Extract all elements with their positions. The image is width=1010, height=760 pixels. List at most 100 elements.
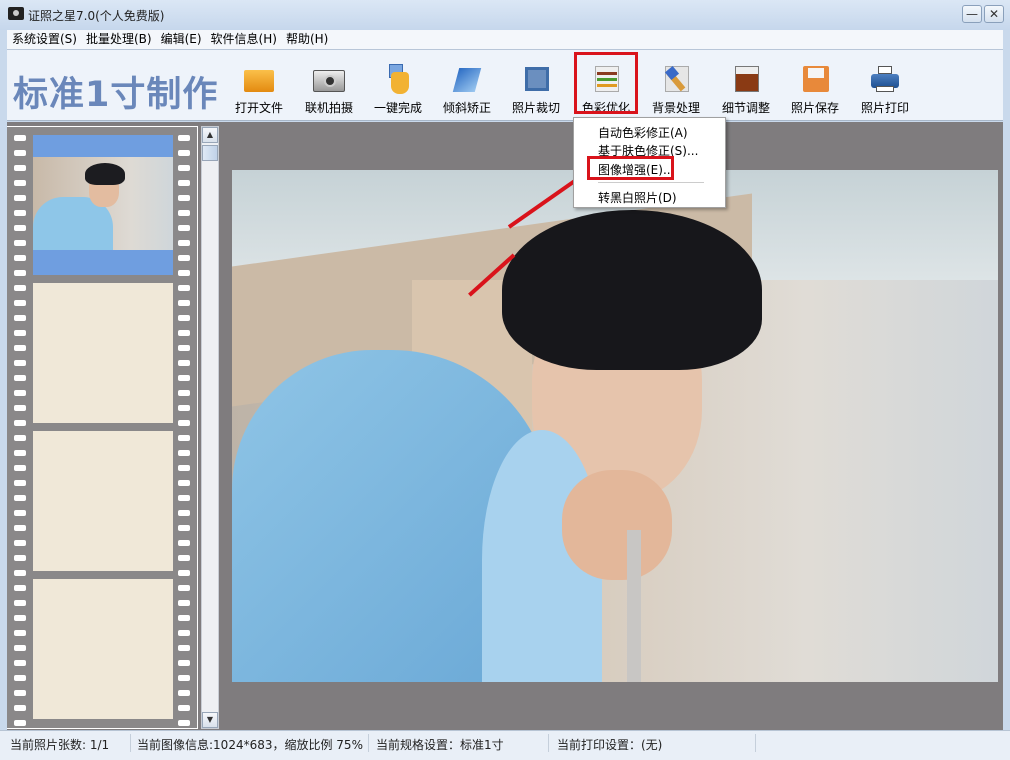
empty-frame[interactable] <box>33 431 173 571</box>
film-hole <box>178 480 190 486</box>
close-button[interactable]: ✕ <box>984 5 1004 23</box>
highlight-box-color-button <box>574 52 638 114</box>
film-hole <box>178 585 190 591</box>
title-bar: 证照之星7.0(个人免费版) — ✕ <box>0 0 1010 30</box>
film-hole <box>178 210 190 216</box>
film-hole <box>178 150 190 156</box>
mode-heading: 标准1寸制作 <box>13 75 219 115</box>
status-print: 当前打印设置：(无) <box>557 738 663 752</box>
empty-frame[interactable] <box>33 283 173 423</box>
highlight-box-enhance <box>587 156 674 180</box>
film-hole <box>178 675 190 681</box>
film-hole <box>178 435 190 441</box>
film-hole <box>178 525 190 531</box>
film-hole <box>14 330 26 336</box>
scroll-thumb[interactable] <box>202 145 218 161</box>
film-hole <box>14 630 26 636</box>
menu-item-auto-color[interactable]: 自动色彩修正(A) <box>598 124 688 141</box>
film-hole <box>178 450 190 456</box>
film-hole <box>14 675 26 681</box>
film-hole <box>14 195 26 201</box>
film-strip <box>7 126 198 729</box>
film-hole <box>178 300 190 306</box>
film-hole <box>14 225 26 231</box>
film-hole <box>14 690 26 696</box>
film-hole <box>178 615 190 621</box>
film-hole <box>178 570 190 576</box>
film-hole <box>178 345 190 351</box>
crop-icon <box>519 64 553 94</box>
folder-icon <box>242 64 276 94</box>
tilt-correct-button[interactable]: 倾斜矫正 <box>434 62 500 115</box>
film-hole <box>14 360 26 366</box>
status-image-info: 当前图像信息:1024*683，缩放比例 75% <box>137 738 363 752</box>
menu-item-black-white[interactable]: 转黑白照片(D) <box>598 189 677 206</box>
film-strip-scrollbar[interactable]: ▲ ▼ <box>201 126 219 729</box>
film-hole <box>14 150 26 156</box>
app-camera-icon <box>8 7 24 20</box>
printer-icon <box>868 64 902 94</box>
film-hole <box>178 135 190 141</box>
floppy-icon <box>798 64 832 94</box>
film-hole <box>14 645 26 651</box>
film-hole <box>178 330 190 336</box>
one-click-button[interactable]: 一键完成 <box>365 62 431 115</box>
film-hole <box>14 345 26 351</box>
film-hole <box>14 420 26 426</box>
toolbar: 标准1寸制作 打开文件 联机拍摄 一键完成 倾斜矫正 照片裁切 色彩优化 背景处… <box>7 49 1003 121</box>
film-hole <box>178 510 190 516</box>
menu-software-info[interactable]: 软件信息(H) <box>206 30 281 48</box>
film-hole <box>14 495 26 501</box>
main-photo <box>232 170 998 682</box>
crop-button[interactable]: 照片裁切 <box>503 62 569 115</box>
camera-capture-button[interactable]: 联机拍摄 <box>296 62 362 115</box>
film-hole <box>14 555 26 561</box>
film-hole <box>178 540 190 546</box>
thumbnail-selected[interactable] <box>33 135 173 275</box>
empty-frame[interactable] <box>33 579 173 719</box>
open-file-button[interactable]: 打开文件 <box>226 62 292 115</box>
film-hole <box>178 555 190 561</box>
film-hole <box>178 240 190 246</box>
film-hole <box>178 705 190 711</box>
film-hole <box>178 465 190 471</box>
film-hole <box>178 270 190 276</box>
film-hole <box>14 480 26 486</box>
film-hole <box>14 390 26 396</box>
save-photo-button[interactable]: 照片保存 <box>782 62 848 115</box>
film-hole <box>14 180 26 186</box>
detail-adjust-button[interactable]: 细节调整 <box>713 62 779 115</box>
menu-batch[interactable]: 批量处理(B) <box>81 30 156 48</box>
scroll-down-button[interactable]: ▼ <box>202 712 218 728</box>
film-hole <box>14 435 26 441</box>
film-hole <box>178 195 190 201</box>
film-hole <box>14 300 26 306</box>
menu-system-settings[interactable]: 系统设置(S) <box>7 30 81 48</box>
film-hole <box>178 165 190 171</box>
print-photo-button[interactable]: 照片打印 <box>852 62 918 115</box>
background-button[interactable]: 背景处理 <box>643 62 709 115</box>
film-hole <box>178 420 190 426</box>
film-hole <box>178 180 190 186</box>
film-hole <box>178 255 190 261</box>
film-hole <box>178 660 190 666</box>
camera-icon <box>312 64 346 94</box>
status-photo-count: 当前照片张数: 1/1 <box>10 738 110 752</box>
film-hole <box>14 465 26 471</box>
menu-bar: 系统设置(S) 批量处理(B) 编辑(E) 软件信息(H) 帮助(H) <box>7 30 1003 49</box>
film-hole <box>178 720 190 726</box>
scroll-up-button[interactable]: ▲ <box>202 127 218 143</box>
menu-help[interactable]: 帮助(H) <box>281 30 332 48</box>
hand-pointer-icon <box>381 64 415 94</box>
film-hole <box>178 630 190 636</box>
minimize-button[interactable]: — <box>962 5 982 23</box>
film-hole <box>14 525 26 531</box>
thumbnail-photo <box>33 157 173 250</box>
menu-edit[interactable]: 编辑(E) <box>156 30 206 48</box>
film-hole <box>14 315 26 321</box>
status-spec: 当前规格设置：标准1寸 <box>376 738 504 752</box>
film-hole <box>178 405 190 411</box>
rotate-icon <box>450 64 484 94</box>
film-hole <box>14 405 26 411</box>
histogram-icon <box>729 64 763 94</box>
